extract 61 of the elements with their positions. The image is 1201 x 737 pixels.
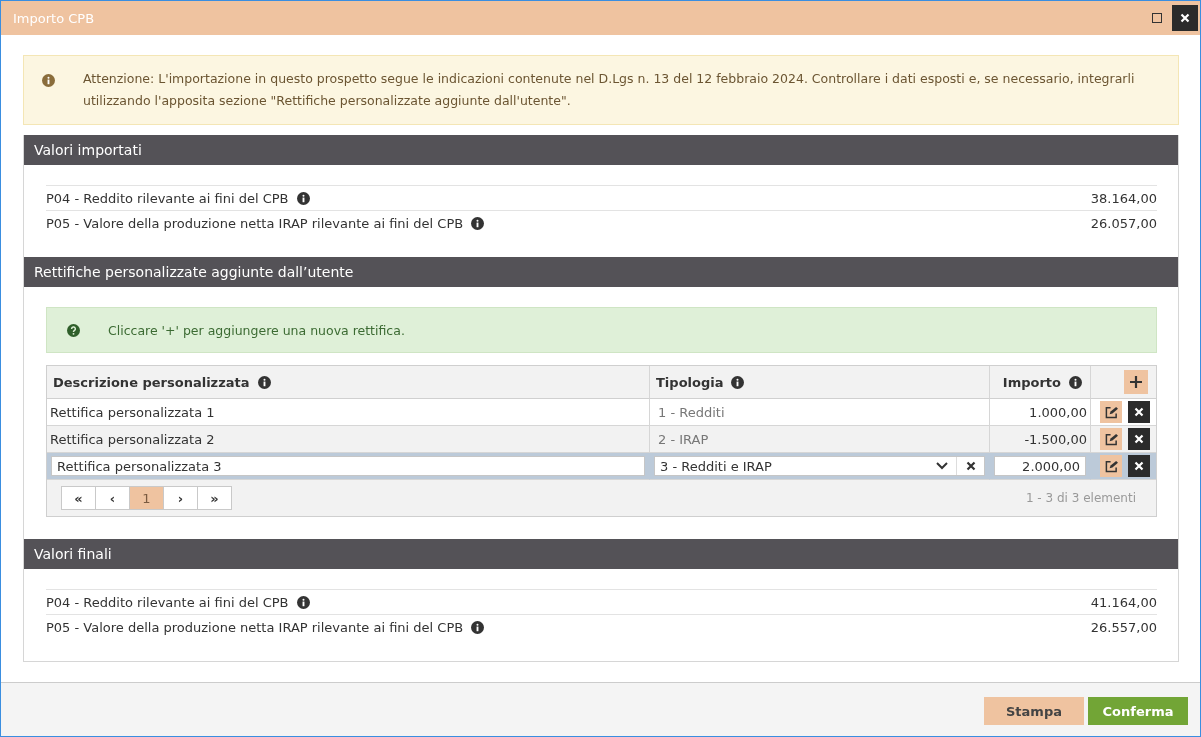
info-icon [471, 216, 485, 230]
column-header: Descrizione personalizzata [53, 374, 250, 390]
print-button[interactable]: Stampa [984, 697, 1084, 725]
close-icon [1134, 461, 1144, 471]
window-title: Importo CPB [13, 10, 96, 26]
warning-text: Attenzione: L'importazione in questo prospetto segue le indicazioni contenute nel D.Lgs n. 13 del 12 febbraio 2024. Controllare i dati esposti e, se necessario, integrarli utilizzando l'apposita sezione "Rettifiche personalizzate aggiunte dall'utente". [83, 70, 1136, 110]
close-icon [965, 461, 976, 471]
amount-input[interactable]: 2.000,00 [994, 456, 1086, 476]
info-icon [42, 74, 55, 87]
info-icon [731, 375, 745, 389]
type-select[interactable]: 3 - Redditi e IRAP [654, 456, 985, 476]
pager-summary: 1 - 3 di 3 elementi [1025, 491, 1136, 505]
info-icon [471, 620, 485, 634]
table-cell-text: 1 - Redditi [657, 404, 725, 420]
chevron-down-icon [936, 462, 948, 470]
column-header: Importo [1002, 374, 1061, 390]
last-page-button[interactable]: » [197, 486, 232, 510]
column-header: Tipologia [656, 374, 724, 390]
table-cell: 1.000,00 [1029, 404, 1087, 420]
table-cell: Rettifica personalizzata 1 [50, 404, 215, 420]
delete-button[interactable] [1128, 455, 1150, 477]
add-button[interactable] [1124, 370, 1148, 394]
edit-button[interactable] [1100, 455, 1122, 477]
info-icon [1069, 375, 1082, 389]
value-label: P04 - Reddito rilevante ai fini del CPB [46, 190, 289, 206]
close-icon [1134, 434, 1144, 444]
value-amount: 41.164,00 [1090, 594, 1157, 610]
value-amount: 26.057,00 [1090, 215, 1157, 231]
section-header: Valori finali [24, 539, 1178, 569]
edit-icon [1104, 459, 1118, 473]
close-icon [1180, 13, 1190, 23]
close-button[interactable] [1172, 5, 1198, 31]
help-icon [67, 323, 80, 337]
edit-button[interactable] [1100, 401, 1122, 423]
page-button[interactable]: 1 [129, 486, 164, 510]
edit-icon [1104, 405, 1118, 419]
value-label: P05 - Valore della produzione netta IRAP rilevante ai fini del CPB [46, 619, 464, 635]
previous-page-button[interactable]: ‹ [95, 486, 130, 510]
plus-icon [1130, 376, 1142, 388]
table-cell: -1.500,00 [1024, 431, 1087, 447]
edit-icon [1104, 432, 1118, 446]
description-input[interactable]: Rettifica personalizzata 3 [51, 456, 645, 476]
section-header: Valori importati [24, 135, 1178, 165]
first-page-button[interactable]: « [61, 486, 96, 510]
info-icon [296, 595, 310, 609]
edit-button[interactable] [1100, 428, 1122, 450]
value-label: P04 - Reddito rilevante ai fini del CPB [46, 594, 289, 610]
close-icon [1134, 407, 1144, 417]
next-page-button[interactable]: › [163, 486, 198, 510]
value-amount: 26.557,00 [1090, 619, 1157, 635]
delete-button[interactable] [1128, 401, 1150, 423]
table-cell-text: 2 - IRAP [657, 431, 709, 447]
hint-text: Cliccare '+' per aggiungere una nuova rettifica. [108, 322, 405, 338]
table-cell: Rettifica personalizzata 2 [50, 431, 215, 447]
delete-button[interactable] [1128, 428, 1150, 450]
value-amount: 38.164,00 [1090, 190, 1157, 206]
info-icon [296, 191, 310, 205]
section-header: Rettifiche personalizzate aggiunte dall’utente [24, 257, 1178, 287]
square-icon [1152, 13, 1162, 23]
value-label: P05 - Valore della produzione netta IRAP rilevante ai fini del CPB [46, 215, 464, 231]
info-icon [257, 375, 271, 389]
